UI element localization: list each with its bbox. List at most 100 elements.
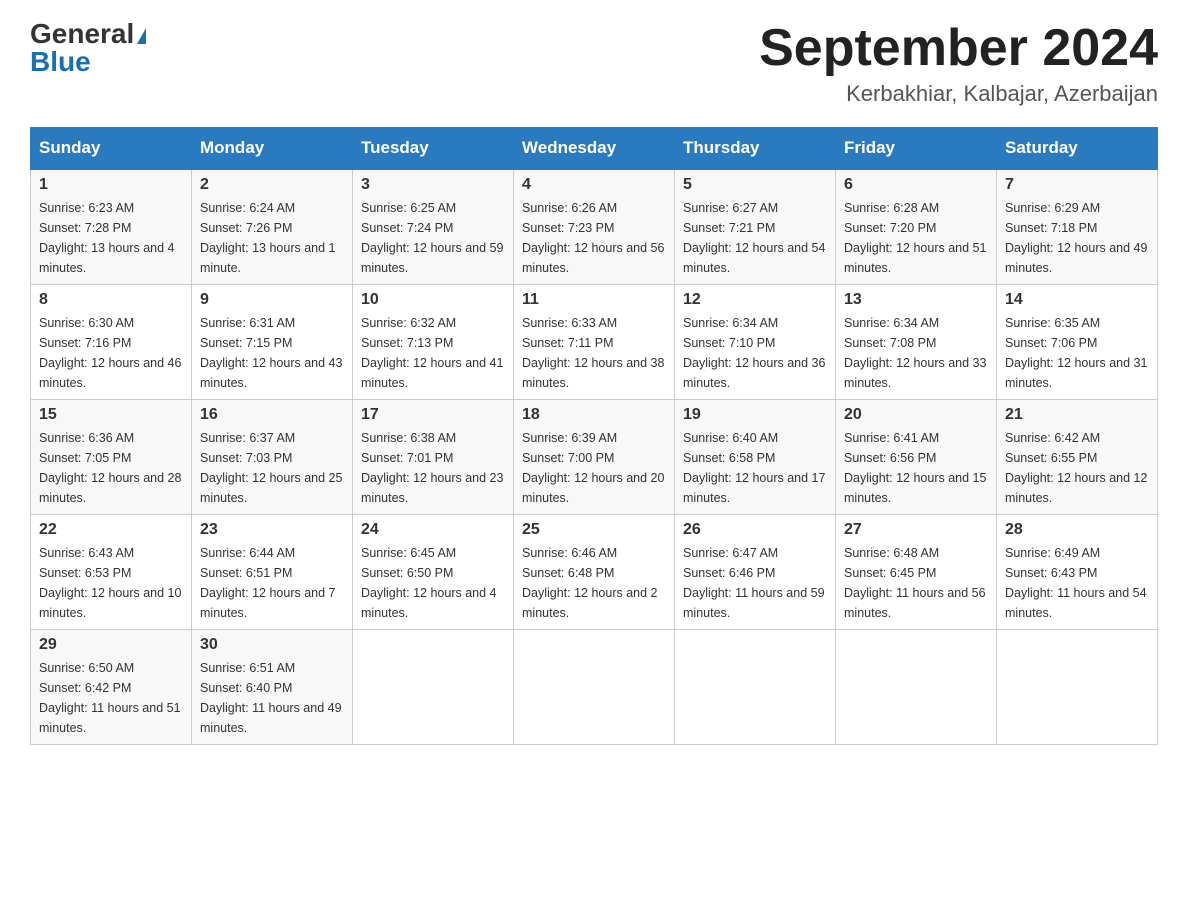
calendar-cell: 23Sunrise: 6:44 AMSunset: 6:51 PMDayligh… [192,515,353,630]
day-info: Sunrise: 6:24 AMSunset: 7:26 PMDaylight:… [200,198,344,278]
header-tuesday: Tuesday [353,128,514,170]
day-number: 15 [39,406,183,424]
calendar-cell: 10 Sunrise: 6:32 AMSunset: 7:13 PMDayligh… [353,285,514,400]
day-number: 8 [39,291,183,309]
day-info: Sunrise: 6:27 AMSunset: 7:21 PMDaylight:… [683,198,827,278]
calendar-cell: 8 Sunrise: 6:30 AMSunset: 7:16 PMDaylight… [31,285,192,400]
day-info: Sunrise: 6:33 AMSunset: 7:11 PMDaylight:… [522,313,666,393]
day-number: 16 [200,406,344,424]
calendar-table: Sunday Monday Tuesday Wednesday Thursday… [30,127,1158,745]
day-number: 27 [844,521,988,539]
day-info: Sunrise: 6:29 AMSunset: 7:18 PMDaylight:… [1005,198,1149,278]
day-info: Sunrise: 6:32 AMSunset: 7:13 PMDaylight:… [361,313,505,393]
day-number: 9 [200,291,344,309]
day-info: Sunrise: 6:37 AMSunset: 7:03 PMDaylight:… [200,428,344,508]
day-number: 21 [1005,406,1149,424]
header-wednesday: Wednesday [514,128,675,170]
calendar-cell: 12 Sunrise: 6:34 AMSunset: 7:10 PMDayligh… [675,285,836,400]
calendar-cell: 15 Sunrise: 6:36 AMSunset: 7:05 PMDayligh… [31,400,192,515]
day-number: 17 [361,406,505,424]
day-info: Sunrise: 6:23 AMSunset: 7:28 PMDaylight:… [39,198,183,278]
day-info: Sunrise: 6:36 AMSunset: 7:05 PMDaylight:… [39,428,183,508]
calendar-cell [836,630,997,745]
day-number: 23 [200,521,344,539]
day-number: 11 [522,291,666,309]
calendar-cell [997,630,1158,745]
day-info: Sunrise: 6:26 AMSunset: 7:23 PMDaylight:… [522,198,666,278]
calendar-week-row-1: 1 Sunrise: 6:23 AMSunset: 7:28 PMDaylight… [31,169,1158,285]
calendar-cell: 9Sunrise: 6:31 AMSunset: 7:15 PMDaylight… [192,285,353,400]
calendar-cell: 19 Sunrise: 6:40 AMSunset: 6:58 PMDayligh… [675,400,836,515]
logo-general-text: General [30,20,146,48]
day-number: 2 [200,176,344,194]
calendar-header-row: Sunday Monday Tuesday Wednesday Thursday… [31,128,1158,170]
logo-blue-text: Blue [30,48,91,76]
calendar-cell: 4 Sunrise: 6:26 AMSunset: 7:23 PMDaylight… [514,169,675,285]
day-number: 20 [844,406,988,424]
calendar-cell: 28 Sunrise: 6:49 AMSunset: 6:43 PMDayligh… [997,515,1158,630]
day-number: 29 [39,636,183,654]
logo: General Blue [30,20,146,76]
day-number: 19 [683,406,827,424]
calendar-week-row-4: 22 Sunrise: 6:43 AMSunset: 6:53 PMDayligh… [31,515,1158,630]
calendar-cell: 24 Sunrise: 6:45 AMSunset: 6:50 PMDayligh… [353,515,514,630]
day-info: Sunrise: 6:34 AMSunset: 7:10 PMDaylight:… [683,313,827,393]
day-info: Sunrise: 6:50 AMSunset: 6:42 PMDaylight:… [39,658,183,738]
calendar-week-row-5: 29 Sunrise: 6:50 AMSunset: 6:42 PMDayligh… [31,630,1158,745]
day-number: 4 [522,176,666,194]
day-number: 13 [844,291,988,309]
calendar-week-row-2: 8 Sunrise: 6:30 AMSunset: 7:16 PMDaylight… [31,285,1158,400]
calendar-cell [514,630,675,745]
day-info: Sunrise: 6:34 AMSunset: 7:08 PMDaylight:… [844,313,988,393]
header-sunday: Sunday [31,128,192,170]
day-info: Sunrise: 6:43 AMSunset: 6:53 PMDaylight:… [39,543,183,623]
calendar-cell: 29 Sunrise: 6:50 AMSunset: 6:42 PMDayligh… [31,630,192,745]
day-info: Sunrise: 6:35 AMSunset: 7:06 PMDaylight:… [1005,313,1149,393]
day-number: 24 [361,521,505,539]
header-monday: Monday [192,128,353,170]
calendar-week-row-3: 15 Sunrise: 6:36 AMSunset: 7:05 PMDayligh… [31,400,1158,515]
calendar-cell: 20 Sunrise: 6:41 AMSunset: 6:56 PMDayligh… [836,400,997,515]
calendar-cell: 27Sunrise: 6:48 AMSunset: 6:45 PMDayligh… [836,515,997,630]
calendar-cell: 6 Sunrise: 6:28 AMSunset: 7:20 PMDaylight… [836,169,997,285]
calendar-cell [353,630,514,745]
day-info: Sunrise: 6:30 AMSunset: 7:16 PMDaylight:… [39,313,183,393]
day-number: 5 [683,176,827,194]
day-info: Sunrise: 6:46 AMSunset: 6:48 PMDaylight:… [522,543,666,623]
day-number: 1 [39,176,183,194]
calendar-cell: 7Sunrise: 6:29 AMSunset: 7:18 PMDaylight… [997,169,1158,285]
location-subtitle: Kerbakhiar, Kalbajar, Azerbaijan [759,81,1158,107]
day-info: Sunrise: 6:47 AMSunset: 6:46 PMDaylight:… [683,543,827,623]
page-header: General Blue September 2024 Kerbakhiar, … [30,20,1158,107]
day-info: Sunrise: 6:41 AMSunset: 6:56 PMDaylight:… [844,428,988,508]
day-info: Sunrise: 6:28 AMSunset: 7:20 PMDaylight:… [844,198,988,278]
day-info: Sunrise: 6:40 AMSunset: 6:58 PMDaylight:… [683,428,827,508]
calendar-cell: 5 Sunrise: 6:27 AMSunset: 7:21 PMDaylight… [675,169,836,285]
calendar-cell: 25Sunrise: 6:46 AMSunset: 6:48 PMDayligh… [514,515,675,630]
calendar-cell: 30 Sunrise: 6:51 AMSunset: 6:40 PMDayligh… [192,630,353,745]
day-number: 18 [522,406,666,424]
day-number: 10 [361,291,505,309]
calendar-cell: 17Sunrise: 6:38 AMSunset: 7:01 PMDayligh… [353,400,514,515]
month-year-title: September 2024 [759,20,1158,77]
day-number: 26 [683,521,827,539]
day-number: 22 [39,521,183,539]
day-number: 14 [1005,291,1149,309]
title-area: September 2024 Kerbakhiar, Kalbajar, Aze… [759,20,1158,107]
day-number: 30 [200,636,344,654]
day-info: Sunrise: 6:45 AMSunset: 6:50 PMDaylight:… [361,543,505,623]
header-saturday: Saturday [997,128,1158,170]
day-number: 12 [683,291,827,309]
calendar-cell [675,630,836,745]
day-info: Sunrise: 6:25 AMSunset: 7:24 PMDaylight:… [361,198,505,278]
calendar-cell: 26 Sunrise: 6:47 AMSunset: 6:46 PMDayligh… [675,515,836,630]
day-number: 28 [1005,521,1149,539]
calendar-cell: 21Sunrise: 6:42 AMSunset: 6:55 PMDayligh… [997,400,1158,515]
day-number: 3 [361,176,505,194]
day-info: Sunrise: 6:49 AMSunset: 6:43 PMDaylight:… [1005,543,1149,623]
calendar-cell: 11 Sunrise: 6:33 AMSunset: 7:11 PMDayligh… [514,285,675,400]
day-info: Sunrise: 6:51 AMSunset: 6:40 PMDaylight:… [200,658,344,738]
calendar-cell: 14 Sunrise: 6:35 AMSunset: 7:06 PMDayligh… [997,285,1158,400]
header-thursday: Thursday [675,128,836,170]
day-number: 6 [844,176,988,194]
